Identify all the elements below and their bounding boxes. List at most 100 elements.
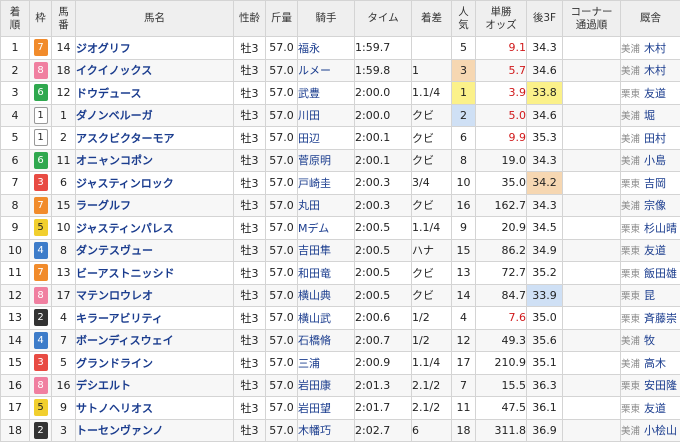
horse-name-link[interactable]: ラーグルフ (77, 199, 132, 212)
horse-name-link[interactable]: キラーアビリティ (77, 312, 163, 325)
trainer-link[interactable]: 友道 (644, 402, 666, 415)
margin-cell: 3/4 (411, 171, 452, 195)
header-pop[interactable]: 人気 (451, 0, 476, 37)
gate-cell: 4 (29, 238, 52, 262)
horse-name-link[interactable]: ジャスティンパレス (77, 222, 174, 235)
last3f-cell: 33.9 (526, 283, 563, 307)
header-corner[interactable]: コーナー 通過順 (562, 0, 621, 37)
horse-name-link[interactable]: アスクビクターモア (77, 132, 175, 145)
header-sexage[interactable]: 性齢 (233, 0, 266, 37)
trainer-link[interactable]: 昆 (644, 289, 655, 302)
horse-name-link[interactable]: デシエルト (77, 379, 132, 392)
trainer-link[interactable]: 友道 (644, 244, 666, 257)
trainer-link[interactable]: 高木 (644, 357, 666, 370)
header-rank[interactable]: 着順 (0, 0, 30, 37)
trainer-link[interactable]: 小桧山 (644, 424, 677, 437)
header-odds[interactable]: 単勝 オッズ (475, 0, 527, 37)
header-weight[interactable]: 斤量 (265, 0, 298, 37)
jockey-link[interactable]: 木幡巧 (299, 424, 332, 437)
table-row: 5 1 2 アスクビクターモア 牡3 57.0 田辺 2:00.1 クビ 6 9.9 35.3 美浦 田村 (0, 126, 680, 150)
corner-cell (562, 126, 621, 150)
odds-cell: 210.9 (475, 351, 527, 375)
sex-age-cell: 牡3 (233, 351, 266, 375)
trainer-link[interactable]: 杉山晴 (644, 222, 677, 235)
header-time[interactable]: タイム (354, 0, 412, 37)
jockey-link[interactable]: 田辺 (299, 132, 321, 145)
odds-cell: 15.5 (475, 373, 527, 397)
popularity-cell: 13 (451, 261, 476, 285)
popularity-cell: 16 (451, 193, 476, 217)
horse-name-link[interactable]: トーセンヴァンノ (77, 424, 164, 437)
horse-name-link[interactable]: マテンロウレオ (77, 289, 154, 302)
header-trainer[interactable]: 厩舎 (620, 0, 680, 37)
horse-name-link[interactable]: サトノヘリオス (77, 402, 154, 415)
trainer-cell: 美浦 木村 (620, 58, 680, 82)
header-margin[interactable]: 着差 (411, 0, 452, 37)
jockey-link[interactable]: 横山典 (299, 289, 332, 302)
trainer-link[interactable]: 安田隆 (644, 379, 677, 392)
weight-cell: 57.0 (265, 261, 298, 285)
horse-name-cell: ジャスティンパレス (75, 216, 234, 240)
weight-cell: 57.0 (265, 238, 298, 262)
jockey-link[interactable]: 川田 (299, 109, 321, 122)
jockey-link[interactable]: 和田竜 (299, 267, 332, 280)
jockey-link[interactable]: 岩田望 (299, 402, 332, 415)
trainer-link[interactable]: 田村 (644, 132, 666, 145)
trainer-link[interactable]: 吉岡 (644, 177, 666, 190)
header-gate[interactable]: 枠 (29, 0, 52, 37)
table-row: 3 6 12 ドウデュース 牡3 57.0 武豊 2:00.0 1.1/4 1 3.9 33.8 栗東友… (0, 81, 680, 105)
header-last3f[interactable]: 後3F (526, 0, 563, 37)
horse-name-link[interactable]: ダノンベルーガ (77, 109, 153, 122)
time-cell: 2:00.1 (354, 126, 412, 150)
horse-name-link[interactable]: ボーンディスウェイ (77, 334, 174, 347)
jockey-cell: 福永 (297, 36, 355, 60)
trainer-cell: 美浦牧 (620, 328, 680, 352)
header-num[interactable]: 馬番 (51, 0, 76, 37)
jockey-link[interactable]: 石橋脩 (299, 334, 332, 347)
trainer-link[interactable]: 木村 (644, 42, 666, 55)
jockey-link[interactable]: 横山武 (299, 312, 332, 325)
last3f-cell: 35.6 (526, 328, 563, 352)
corner-cell (562, 351, 621, 375)
jockey-cell: 横山典 (297, 283, 355, 307)
horse-name-link[interactable]: グランドライン (77, 357, 154, 370)
trainer-link[interactable]: 木村 (644, 64, 666, 77)
horse-name-link[interactable]: ジオグリフ (77, 42, 131, 55)
trainer-link[interactable]: 斉藤崇 (644, 312, 677, 325)
jockey-link[interactable]: 丸田 (299, 199, 321, 212)
last3f-cell: 34.6 (526, 103, 563, 127)
jockey-link[interactable]: 戸崎圭 (299, 177, 332, 190)
jockey-link[interactable]: Mデム (299, 222, 330, 235)
horse-number-cell: 5 (51, 351, 76, 375)
trainer-link[interactable]: 牧 (644, 334, 655, 347)
time-cell: 2:00.5 (354, 238, 412, 262)
horse-name-link[interactable]: オニャンコポン (77, 154, 154, 167)
jockey-link[interactable]: 吉田隼 (299, 244, 332, 257)
table-row: 12 8 17 マテンロウレオ 牡3 57.0 横山典 2:00.5 クビ 14 84.7 33.9 栗… (0, 283, 680, 307)
jockey-link[interactable]: ルメー (299, 64, 332, 77)
gate-cell: 8 (29, 58, 52, 82)
jockey-link[interactable]: 武豊 (299, 87, 321, 100)
horse-name-link[interactable]: イクイノックス (77, 64, 153, 77)
horse-name-link[interactable]: ジャスティンロック (77, 177, 174, 190)
trainer-cell: 栗東 安田隆 (620, 373, 680, 397)
table-row: 4 1 1 ダノンベルーガ 牡3 57.0 川田 2:00.0 クビ 2 5.0 34.6 美浦堀 (0, 103, 680, 127)
jockey-link[interactable]: 菅原明 (299, 154, 332, 167)
horse-name-link[interactable]: ダンテスヴュー (77, 244, 154, 257)
jockey-link[interactable]: 三浦 (299, 357, 321, 370)
horse-name-cell: ドウデュース (75, 81, 234, 105)
header-jockey[interactable]: 騎手 (297, 0, 355, 37)
trainer-link[interactable]: 宗像 (644, 199, 666, 212)
horse-name-cell: ビーアストニッシド (75, 261, 234, 285)
horse-name-link[interactable]: ビーアストニッシド (77, 267, 175, 280)
trainer-link[interactable]: 友道 (644, 87, 666, 100)
gate-badge: 3 (33, 174, 48, 192)
trainer-link[interactable]: 堀 (644, 109, 655, 122)
horse-name-link[interactable]: ドウデュース (77, 87, 142, 100)
trainer-link[interactable]: 小島 (644, 154, 666, 167)
jockey-link[interactable]: 岩田康 (299, 379, 332, 392)
header-horse[interactable]: 馬名 (75, 0, 234, 37)
trainer-link[interactable]: 飯田雄 (644, 267, 677, 280)
jockey-link[interactable]: 福永 (299, 42, 321, 55)
horse-name-cell: イクイノックス (75, 58, 234, 82)
